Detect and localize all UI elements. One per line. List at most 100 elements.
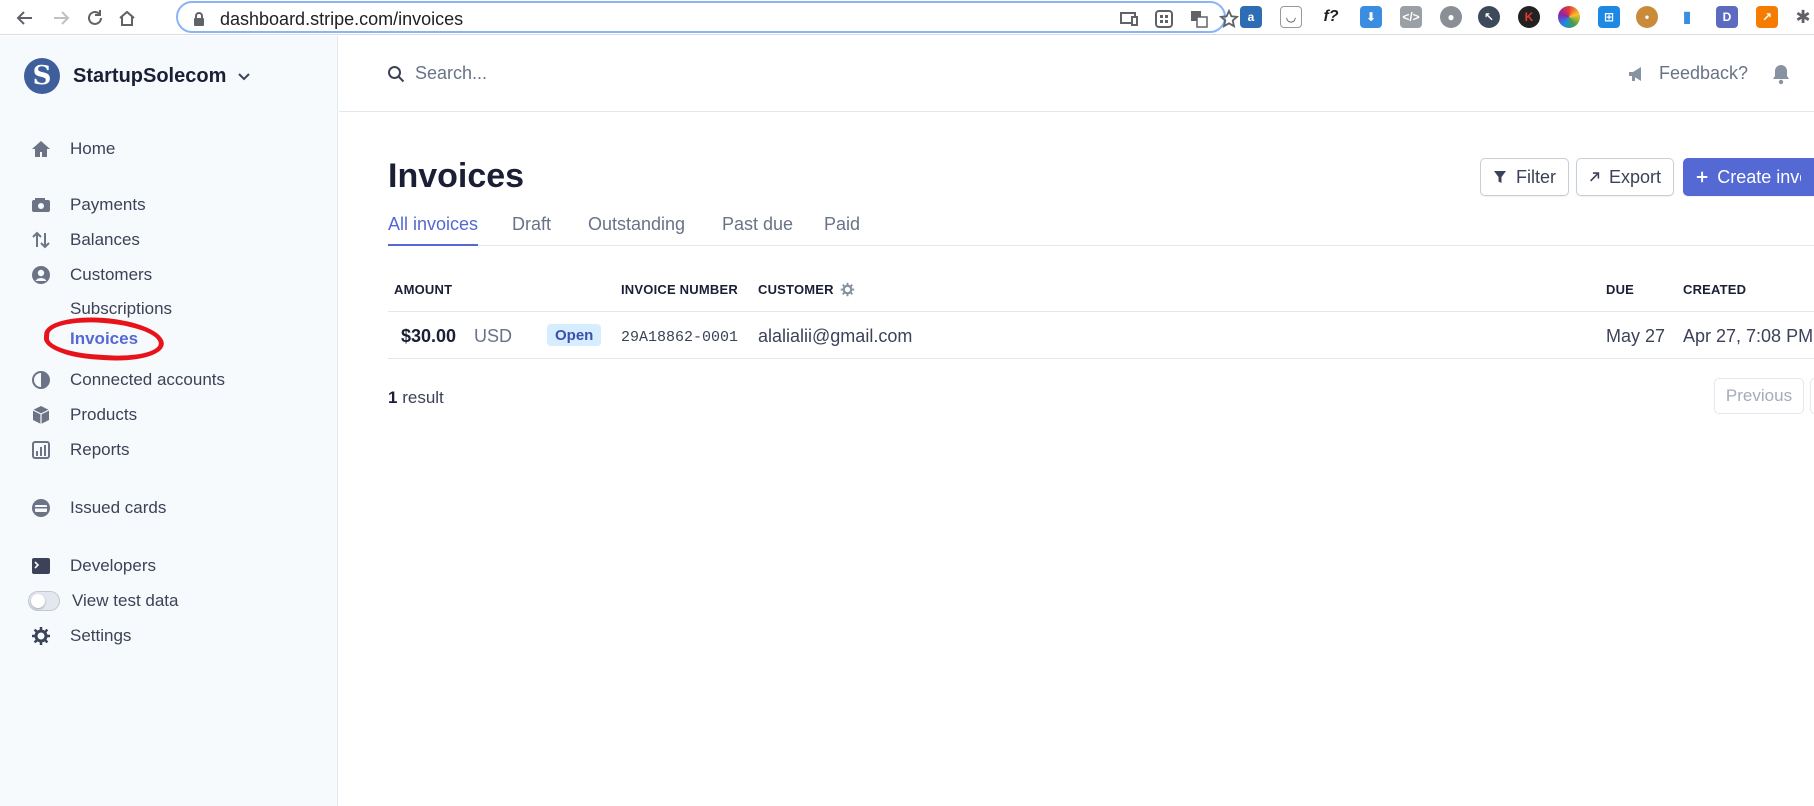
row-divider: [388, 358, 1814, 359]
filter-button[interactable]: Filter: [1480, 158, 1569, 196]
extension-code-icon[interactable]: </>: [1400, 6, 1422, 28]
sidebar-item-label: View test data: [72, 591, 179, 610]
create-invoice-label: Create invoi: [1717, 166, 1801, 187]
sidebar-item-label: Customers: [70, 265, 153, 284]
invoice-currency: USD: [474, 326, 513, 346]
sidebar-item-customers[interactable]: Customers: [30, 260, 152, 290]
brand-name: StartupSolecom: [73, 64, 227, 87]
connected-accounts-icon: [30, 369, 52, 391]
sidebar-item-connected-accounts[interactable]: Connected accounts: [30, 365, 225, 395]
column-header-customer[interactable]: CUSTOMER: [758, 282, 855, 297]
home-icon: [30, 138, 52, 160]
sidebar-item-label: Issued cards: [70, 498, 167, 517]
top-bar: Search... Feedback?: [339, 36, 1814, 112]
column-header-label: CUSTOMER: [758, 282, 834, 297]
products-icon: [30, 404, 52, 426]
megaphone-icon: [1629, 66, 1641, 81]
apps-icon[interactable]: [1153, 8, 1175, 30]
invoice-created: Apr 27, 7:08 PM: [1683, 326, 1814, 346]
customers-icon: [30, 264, 52, 286]
result-number: 1: [388, 388, 398, 407]
sidebar-item-label: Products: [70, 405, 138, 424]
extension-amazon-icon[interactable]: a: [1240, 6, 1262, 28]
tab-past-due[interactable]: Past due: [722, 214, 793, 246]
tab-draft[interactable]: Draft: [512, 214, 551, 246]
create-invoice-button[interactable]: Create invoi: [1683, 158, 1814, 196]
address-bar[interactable]: dashboard.stripe.com/invoices: [176, 1, 1239, 33]
bookmark-star-icon[interactable]: [1218, 8, 1240, 30]
balances-icon: [30, 229, 52, 251]
column-header-invoice-number[interactable]: INVOICE NUMBER: [621, 282, 738, 297]
lock-icon[interactable]: [188, 8, 210, 30]
sidebar-item-label: Balances: [70, 230, 140, 249]
sidebar-item-settings[interactable]: Settings: [30, 621, 131, 651]
tab-all-invoices[interactable]: All invoices: [388, 214, 479, 246]
sidebar-item-balances[interactable]: Balances: [30, 225, 140, 255]
extension-download-icon[interactable]: ⬇: [1360, 6, 1382, 28]
account-switcher[interactable]: S StartupSolecom: [24, 57, 252, 95]
extension-cup-icon[interactable]: ◡: [1280, 6, 1302, 28]
extension-k-icon[interactable]: K: [1518, 6, 1540, 28]
home-page-icon[interactable]: [114, 5, 140, 31]
cast-icon[interactable]: [1118, 8, 1140, 30]
sidebar-item-label: Developers: [70, 556, 156, 575]
header-divider: [388, 311, 1814, 312]
chevron-down-icon: [238, 73, 251, 81]
extension-cursor-icon[interactable]: ↖: [1478, 6, 1500, 28]
reload-icon[interactable]: [82, 5, 108, 31]
developers-icon: [30, 555, 52, 577]
extension-chart-icon[interactable]: ▮: [1676, 6, 1698, 28]
export-button[interactable]: Export: [1576, 158, 1674, 196]
export-label: Export: [1608, 166, 1661, 187]
search-icon: [388, 65, 405, 82]
sidebar-item-developers[interactable]: Developers: [30, 551, 156, 581]
bell-icon[interactable]: [1771, 63, 1791, 90]
extensions-puzzle-icon[interactable]: ✱: [1792, 6, 1814, 28]
sidebar-item-label: Reports: [70, 440, 130, 459]
extension-window-icon[interactable]: ⊞: [1598, 6, 1620, 28]
url-text[interactable]: dashboard.stripe.com/invoices: [220, 9, 463, 30]
tab-paid[interactable]: Paid: [824, 214, 860, 246]
sidebar-item-label: Connected accounts: [70, 370, 225, 389]
extension-color-wheel-icon[interactable]: [1558, 6, 1580, 28]
translate-icon[interactable]: [1188, 8, 1210, 30]
sidebar-item-products[interactable]: Products: [30, 400, 137, 430]
status-badge: Open: [547, 324, 602, 346]
extension-font-icon[interactable]: f?: [1320, 6, 1342, 28]
feedback-button[interactable]: Feedback?: [1627, 63, 1748, 84]
sidebar-item-home[interactable]: Home: [30, 134, 115, 164]
sidebar-item-reports[interactable]: Reports: [30, 435, 130, 465]
gear-icon: [30, 625, 52, 647]
back-icon[interactable]: [12, 5, 38, 31]
page-title: Invoices: [388, 157, 525, 195]
invoice-due: May 27: [1606, 326, 1666, 346]
extension-circle-icon[interactable]: ●: [1440, 6, 1462, 28]
view-test-data-toggle[interactable]: View test data: [28, 586, 178, 616]
previous-page-button[interactable]: Previous: [1714, 378, 1804, 414]
plus-icon: [1696, 171, 1708, 183]
extension-trend-icon[interactable]: ↗: [1756, 6, 1778, 28]
column-header-due[interactable]: DUE: [1606, 282, 1634, 297]
gear-icon[interactable]: [840, 282, 855, 297]
extension-cookie-icon[interactable]: •: [1636, 6, 1658, 28]
forward-icon[interactable]: [48, 5, 74, 31]
column-header-amount[interactable]: AMOUNT: [394, 282, 452, 297]
search-placeholder: Search...: [415, 63, 488, 83]
feedback-label: Feedback?: [1659, 63, 1749, 83]
tab-outstanding[interactable]: Outstanding: [588, 214, 685, 246]
test-data-switch[interactable]: [28, 591, 60, 611]
sidebar-item-label: Settings: [70, 626, 132, 645]
next-page-button[interactable]: [1810, 378, 1814, 414]
sidebar-item-payments[interactable]: Payments: [30, 190, 146, 220]
payments-icon: [30, 194, 52, 216]
filter-icon: [1494, 171, 1506, 183]
search-input[interactable]: Search...: [387, 63, 487, 84]
invoice-number: 29A18862-0001: [621, 329, 739, 346]
reports-icon: [30, 439, 52, 461]
column-header-created[interactable]: CREATED: [1683, 282, 1746, 297]
brand-logo: S: [24, 58, 60, 94]
sidebar-item-issued-cards[interactable]: Issued cards: [30, 493, 166, 523]
invoice-tabs: All invoices Draft Outstanding Past due …: [388, 212, 1814, 246]
invoice-amount: $30.00: [401, 326, 457, 346]
extension-d-icon[interactable]: D: [1716, 6, 1738, 28]
